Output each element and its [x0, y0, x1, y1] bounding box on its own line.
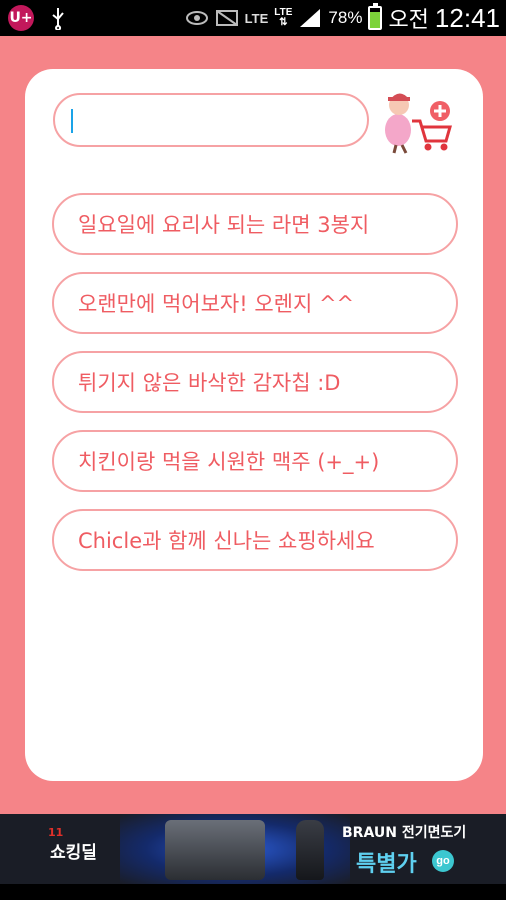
- signal-icon: [300, 9, 321, 27]
- ad-promo: 특별가: [356, 852, 417, 877]
- ad-logo: 11 쇼킹딜: [48, 826, 97, 863]
- ad-banner[interactable]: 11 쇼킹딜 BRAUN 전기면도기 특별가 go: [0, 814, 506, 884]
- ad-brand: BRAUN 전기면도기: [342, 825, 467, 841]
- suggestion-pill[interactable]: Chicle과 함께 신나는 쇼핑하세요: [52, 509, 458, 571]
- suggestion-pill[interactable]: 오랜만에 먹어보자! 오렌지 ^^: [52, 272, 458, 334]
- main-card: 일요일에 요리사 되는 라면 3봉지 오랜만에 먹어보자! 오렌지 ^^ 튀기지…: [25, 69, 483, 781]
- suggestion-pill[interactable]: 일요일에 요리사 되는 라면 3봉지: [52, 193, 458, 255]
- suggestion-pill[interactable]: 튀기지 않은 바삭한 감자칩 :D: [52, 351, 458, 413]
- text-caret: [71, 109, 73, 133]
- add-to-cart-icon[interactable]: [382, 83, 454, 155]
- shaver-image: [165, 820, 265, 880]
- bottom-bar: [0, 884, 506, 900]
- network-label: LTE: [244, 10, 269, 26]
- clock-ampm: 오전: [388, 7, 429, 32]
- shaver-image: [296, 820, 324, 880]
- suggestion-pill[interactable]: 치킨이랑 먹을 시원한 맥주 (+_+): [52, 430, 458, 492]
- uplus-icon: U+: [8, 5, 34, 31]
- battery-icon: [368, 3, 383, 30]
- suggestion-list: 일요일에 요리사 되는 라면 3봉지 오랜만에 먹어보자! 오렌지 ^^ 튀기지…: [52, 193, 458, 588]
- ad-go-badge: go: [432, 850, 454, 872]
- mute-icon: [215, 10, 238, 26]
- clock-time: 12:41: [434, 2, 500, 33]
- lte-label: LTE ⇅: [274, 7, 293, 28]
- usb-icon: [52, 8, 64, 30]
- status-bar: U+ LTE LTE ⇅ 78% 오전 12:41: [0, 0, 506, 36]
- battery-percent: 78%: [328, 8, 363, 27]
- search-input[interactable]: [53, 93, 369, 147]
- eye-icon: [185, 11, 208, 25]
